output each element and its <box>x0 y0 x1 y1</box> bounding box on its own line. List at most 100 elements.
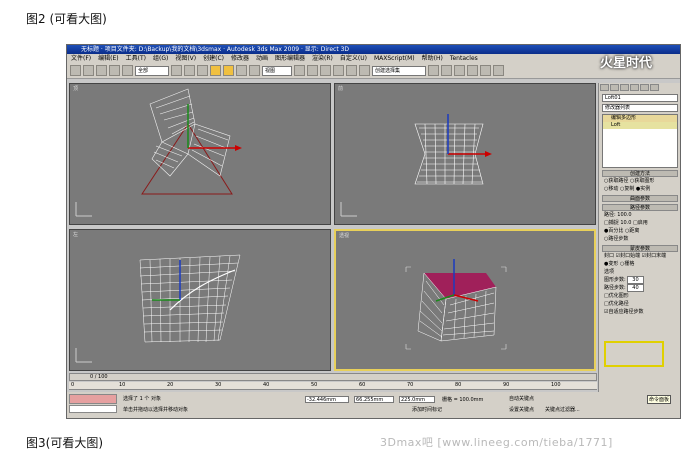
rollout-path-params[interactable]: 路径参数 <box>602 204 678 211</box>
menu-item[interactable]: 自定义(U) <box>340 55 367 62</box>
optimize-shapes-checkbox[interactable]: □优化图形 <box>602 293 678 300</box>
rollout-skin-params[interactable]: 蒙皮参数 <box>602 245 678 252</box>
viewport-front[interactable]: 前 <box>334 83 596 225</box>
modifier-list-dropdown[interactable]: 修改器列表 <box>602 104 678 112</box>
create-tab-icon[interactable] <box>600 84 609 91</box>
menu-item[interactable]: Tentacles <box>450 55 478 62</box>
redo-icon[interactable] <box>83 65 94 76</box>
material-editor-icon[interactable] <box>480 65 491 76</box>
selection-filter-select[interactable]: 全部 <box>135 65 169 76</box>
key-filters-button[interactable]: 关键点过滤器... <box>545 406 580 413</box>
align-icon[interactable] <box>441 65 452 76</box>
main-toolbar: 全部 视图 创建选择集 <box>67 63 680 79</box>
maxscript-listener[interactable] <box>69 394 117 404</box>
render-icon[interactable] <box>493 65 504 76</box>
track-tick: 20 <box>167 382 174 388</box>
track-tick: 70 <box>407 382 414 388</box>
command-panel-tabs <box>599 83 680 92</box>
cap-type-row[interactable]: ●变形 ○栅格 <box>602 261 678 268</box>
creation-instance-options[interactable]: ○移动 ○复制 ●实例 <box>602 186 678 193</box>
track-tick: 40 <box>263 382 270 388</box>
scale-icon[interactable] <box>249 65 260 76</box>
rollout-creation-method[interactable]: 创建方法 <box>602 170 678 177</box>
logo-watermark: 火星时代 <box>600 56 653 71</box>
stack-item-edit-poly[interactable]: 编辑多边形 <box>603 115 677 122</box>
menu-item[interactable]: 工具(T) <box>126 55 146 62</box>
reference-coord-select[interactable]: 视图 <box>262 65 292 76</box>
auto-key-button[interactable]: 自动关键点 <box>509 395 534 402</box>
stack-item-loft[interactable]: Loft <box>603 122 677 129</box>
angle-snap-icon[interactable] <box>333 65 344 76</box>
optimize-path-checkbox[interactable]: □优化路径 <box>602 301 678 308</box>
menu-item[interactable]: 编辑(E) <box>98 55 118 62</box>
mirror-icon[interactable] <box>428 65 439 76</box>
menu-item[interactable]: 文件(F) <box>71 55 91 62</box>
spinner-snap-icon[interactable] <box>359 65 370 76</box>
rotate-icon[interactable] <box>236 65 247 76</box>
menu-item[interactable]: 修改器 <box>231 55 249 62</box>
y-coord-field[interactable]: 66.255mm <box>354 396 394 403</box>
object-name-field[interactable]: Loft01 <box>602 94 678 102</box>
modify-tab-icon[interactable] <box>610 84 619 91</box>
maxscript-mini-listener[interactable] <box>69 405 117 413</box>
undo-icon[interactable] <box>70 65 81 76</box>
layer-icon[interactable] <box>454 65 465 76</box>
options-label: 选项 <box>604 269 615 275</box>
command-panel-tooltip: 命令面板 <box>647 395 672 404</box>
track-tick: 100 <box>551 382 561 388</box>
menu-item[interactable]: 图形编辑器 <box>275 55 305 62</box>
track-tick: 30 <box>215 382 222 388</box>
shape-steps-input[interactable]: 30 <box>627 276 644 284</box>
hierarchy-tab-icon[interactable] <box>620 84 629 91</box>
bind-icon[interactable] <box>122 65 133 76</box>
manipulate-icon[interactable] <box>307 65 318 76</box>
rollout-surface-params[interactable]: 曲面参数 <box>602 195 678 202</box>
add-time-tag-button[interactable]: 添加时间标记 <box>412 406 442 413</box>
menu-item[interactable]: MAXScript(M) <box>374 55 415 62</box>
selection-status: 选择了 1 个 对象 <box>123 396 161 402</box>
status-bar: 选择了 1 个 对象 单击并拖动以选择并移动对象 -32.446mm 66.25… <box>67 392 680 418</box>
percent-snap-icon[interactable] <box>346 65 357 76</box>
track-bar[interactable]: 0 10 20 30 40 50 60 70 80 90 100 <box>69 382 597 390</box>
x-coord-field[interactable]: -32.446mm <box>305 396 349 403</box>
menu-item[interactable]: 渲染(R) <box>312 55 333 62</box>
move-icon[interactable] <box>223 65 234 76</box>
modifier-stack: 编辑多边形 Loft <box>602 114 678 168</box>
utilities-tab-icon[interactable] <box>650 84 659 91</box>
shape-steps-label: 图形步数: <box>604 277 626 283</box>
menu-item[interactable]: 视图(V) <box>175 55 196 62</box>
rect-select-icon[interactable] <box>197 65 208 76</box>
curve-editor-icon[interactable] <box>467 65 478 76</box>
menu-item[interactable]: 创建(C) <box>203 55 224 62</box>
named-selection-set[interactable]: 创建选择集 <box>372 65 426 76</box>
path-snap-row[interactable]: □捕捉 10.0 □启用 <box>602 220 678 227</box>
snap-icon[interactable] <box>320 65 331 76</box>
link-icon[interactable] <box>96 65 107 76</box>
menu-item[interactable]: 动画 <box>256 55 268 62</box>
unlink-icon[interactable] <box>109 65 120 76</box>
grid-size-label: 栅格 = 100.0mm <box>442 397 484 403</box>
site-watermark: 3Dmax吧 [www.lineeg.com/tieba/1771] <box>380 436 613 449</box>
z-coord-field[interactable]: 225.0mm <box>399 396 435 403</box>
display-tab-icon[interactable] <box>640 84 649 91</box>
set-key-button[interactable]: 设置关键点 <box>509 406 534 413</box>
motion-tab-icon[interactable] <box>630 84 639 91</box>
viewport-perspective[interactable]: 透视 <box>334 229 596 371</box>
path-steps-radio[interactable]: ○路径步数 <box>602 236 678 243</box>
creation-get-buttons[interactable]: ○获取路径 ○获取图形 <box>602 178 678 185</box>
path-steps-input[interactable]: 40 <box>627 284 644 292</box>
cap-options-row[interactable]: 封口 ☑封口始端 ☑封口末端 <box>602 253 678 260</box>
menu-item[interactable]: 组(G) <box>153 55 168 62</box>
path-value-field[interactable]: 路径: 100.0 <box>602 212 678 219</box>
menu-item[interactable]: 帮助(H) <box>422 55 443 62</box>
viewport-left[interactable]: 左 <box>69 229 331 371</box>
path-mode-row[interactable]: ●百分比 ○距离 <box>602 228 678 235</box>
time-slider[interactable]: 0 / 100 <box>69 373 597 381</box>
viewport-top[interactable]: 顶 <box>69 83 331 225</box>
pivot-icon[interactable] <box>294 65 305 76</box>
select-by-name-icon[interactable] <box>184 65 195 76</box>
adaptive-path-steps-checkbox[interactable]: ☑自适应路径步数 <box>602 309 678 316</box>
loft-object-top <box>75 88 242 217</box>
window-crossing-icon[interactable] <box>210 65 221 76</box>
select-icon[interactable] <box>171 65 182 76</box>
